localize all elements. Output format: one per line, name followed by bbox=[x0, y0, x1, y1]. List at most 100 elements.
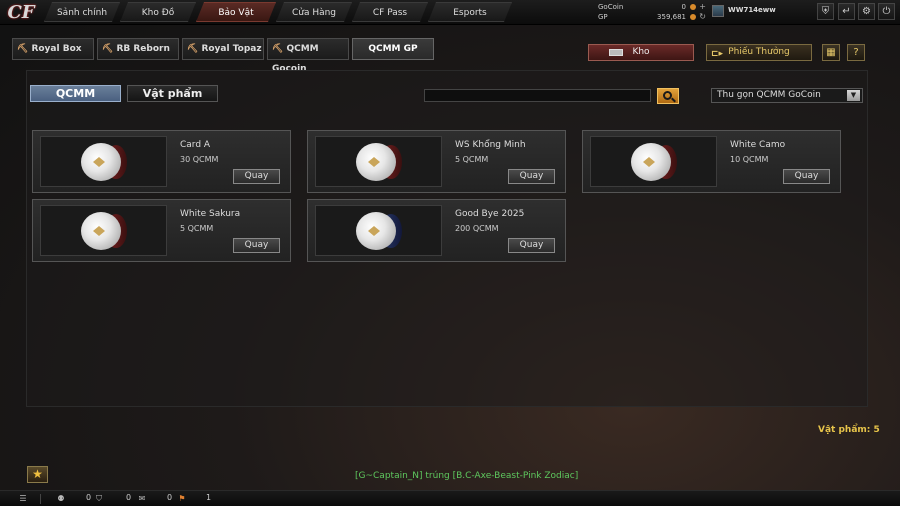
capsule-card: White Sakura 5 QCMM Quay bbox=[32, 199, 291, 262]
filter-dropdown[interactable]: Thu gọn QCMM GoCoin ▼ bbox=[711, 88, 863, 103]
capsule-icon bbox=[356, 143, 404, 181]
subtab-rb-reborn[interactable]: ⛏ RB Reborn bbox=[97, 38, 179, 60]
nav-tab-shop[interactable]: Cửa Hàng bbox=[276, 2, 352, 22]
spin-button[interactable]: Quay bbox=[233, 169, 280, 184]
voucher-icon: ⊏▸ bbox=[711, 49, 724, 59]
chat-count: 0 bbox=[167, 493, 173, 502]
gp-row: GP 359,681 ↻ bbox=[598, 12, 708, 22]
nav-tab-lobby[interactable]: Sảnh chính bbox=[44, 2, 120, 22]
grid-icon[interactable]: ▦ bbox=[822, 44, 840, 61]
divider bbox=[40, 494, 41, 504]
nav-tab-label: Sảnh chính bbox=[56, 8, 108, 18]
pickaxe-icon: ⛏ bbox=[17, 44, 29, 54]
tab-qcmm[interactable]: QCMM bbox=[30, 85, 121, 102]
capsule-icon bbox=[81, 143, 129, 181]
pickaxe-icon: ⛏ bbox=[272, 44, 284, 54]
capsule-price: 200 QCMM bbox=[455, 224, 499, 233]
dropdown-value: Thu gọn QCMM GoCoin bbox=[717, 90, 821, 100]
subtab-royal-box[interactable]: ⛏ Royal Box bbox=[12, 38, 94, 60]
chat-icon[interactable]: ✉ bbox=[137, 494, 147, 504]
capsule-card: White Camo 10 QCMM Quay bbox=[582, 130, 841, 193]
nav-tab-label: Esports bbox=[453, 8, 487, 18]
subtab-royal-topaz[interactable]: ⛏ Royal Topaz bbox=[182, 38, 264, 60]
avatar[interactable] bbox=[712, 5, 724, 17]
gocoin-icon bbox=[690, 4, 696, 10]
refresh-icon[interactable]: ↻ bbox=[699, 12, 706, 22]
gp-value: 359,681 bbox=[657, 13, 686, 21]
pickaxe-icon: ⛏ bbox=[102, 44, 114, 54]
gp-label: GP bbox=[598, 13, 608, 21]
capsule-name: WS Khổng Minh bbox=[455, 140, 526, 150]
gocoin-value: 0 bbox=[681, 3, 686, 11]
nav-tab-inventory[interactable]: Kho Đồ bbox=[120, 2, 196, 22]
capsule-thumbnail bbox=[40, 205, 167, 256]
capsule-name: White Camo bbox=[730, 140, 786, 150]
nav-tab-treasure[interactable]: Bảo Vật bbox=[196, 2, 276, 22]
username: WW714eww bbox=[728, 6, 776, 14]
menu-icon[interactable]: ☰ bbox=[18, 494, 28, 504]
search-icon-handle bbox=[671, 97, 676, 103]
capsule-icon bbox=[631, 143, 679, 181]
help-icon[interactable]: ? bbox=[847, 44, 865, 61]
clan-icon[interactable]: ⛉ bbox=[94, 494, 104, 504]
capsule-price: 10 QCMM bbox=[730, 155, 769, 164]
inventory-button-label: Kho bbox=[632, 47, 650, 57]
search-input[interactable] bbox=[424, 89, 651, 102]
spin-button[interactable]: Quay bbox=[233, 238, 280, 253]
nav-tab-label: Kho Đồ bbox=[141, 8, 175, 18]
capsule-thumbnail bbox=[315, 205, 442, 256]
gift-icon[interactable]: ⚑ bbox=[177, 494, 187, 504]
add-coin-icon[interactable]: + bbox=[699, 2, 706, 12]
capsule-thumbnail bbox=[590, 136, 717, 187]
capsule-card: WS Khổng Minh 5 QCMM Quay bbox=[307, 130, 566, 193]
gp-icon bbox=[690, 14, 696, 20]
gocoin-row: GoCoin 0 + bbox=[598, 2, 708, 12]
capsule-icon bbox=[356, 212, 404, 250]
star-icon[interactable]: ★ bbox=[27, 466, 48, 483]
chevron-down-icon[interactable]: ▼ bbox=[847, 90, 860, 101]
nav-tab-label: Cửa Hàng bbox=[291, 8, 337, 18]
subtab-qcmm-gocoin[interactable]: ⛏ QCMM Gocoin bbox=[267, 38, 349, 74]
nav-tab-label: Bảo Vật bbox=[218, 8, 254, 18]
broadcast-ticker: [G~Captain_N] trúng [B.C-Axe-Beast-Pink … bbox=[355, 471, 579, 481]
capsule-thumbnail bbox=[315, 136, 442, 187]
capsule-price: 5 QCMM bbox=[180, 224, 214, 233]
capsule-name: Good Bye 2025 bbox=[455, 209, 525, 219]
reward-voucher-button[interactable]: ⊏▸ Phiếu Thưởng bbox=[706, 44, 812, 61]
subtab-label: QCMM GP bbox=[368, 44, 418, 54]
search-button[interactable] bbox=[657, 88, 679, 104]
item-count: Vật phẩm: 5 bbox=[818, 425, 880, 435]
capsule-icon bbox=[81, 212, 129, 250]
subtab-label: Royal Box bbox=[31, 44, 82, 54]
capsule-price: 30 QCMM bbox=[180, 155, 219, 164]
gift-count: 1 bbox=[206, 493, 212, 502]
spin-button[interactable]: Quay bbox=[783, 169, 830, 184]
tab-items[interactable]: Vật phẩm bbox=[127, 85, 218, 102]
spin-button[interactable]: Quay bbox=[508, 238, 555, 253]
top-bar: CF Sảnh chính Kho Đồ Bảo Vật Cửa Hàng CF… bbox=[0, 0, 900, 25]
capsule-name: White Sakura bbox=[180, 209, 241, 219]
capsule-thumbnail bbox=[40, 136, 167, 187]
capsule-card: Good Bye 2025 200 QCMM Quay bbox=[307, 199, 566, 262]
box-icon bbox=[609, 49, 623, 56]
pickaxe-icon: ⛏ bbox=[187, 44, 199, 54]
reward-voucher-label: Phiếu Thưởng bbox=[728, 47, 790, 57]
gear-icon[interactable]: ⚙ bbox=[858, 3, 875, 20]
exit-room-icon[interactable]: ↵ bbox=[838, 3, 855, 20]
shield-icon[interactable]: ⛨ bbox=[817, 3, 834, 20]
cf-logo[interactable]: CF bbox=[2, 0, 40, 25]
subtab-label: Royal Topaz bbox=[201, 44, 262, 54]
capsule-price: 5 QCMM bbox=[455, 155, 489, 164]
subtab-qcmm-gp[interactable]: QCMM GP bbox=[352, 38, 434, 60]
inventory-button[interactable]: Kho bbox=[588, 44, 694, 61]
friends-icon[interactable]: ⚉ bbox=[56, 494, 66, 504]
capsule-name: Card A bbox=[180, 140, 211, 150]
power-icon[interactable]: ⏻ bbox=[878, 3, 895, 20]
capsule-card: Card A 30 QCMM Quay bbox=[32, 130, 291, 193]
currency-panel: GoCoin 0 + GP 359,681 ↻ bbox=[598, 2, 708, 22]
nav-tab-esports[interactable]: Esports bbox=[428, 2, 512, 22]
gocoin-label: GoCoin bbox=[598, 3, 624, 11]
nav-tab-cf-pass[interactable]: CF Pass bbox=[352, 2, 428, 22]
spin-button[interactable]: Quay bbox=[508, 169, 555, 184]
subtab-label: RB Reborn bbox=[116, 44, 170, 54]
